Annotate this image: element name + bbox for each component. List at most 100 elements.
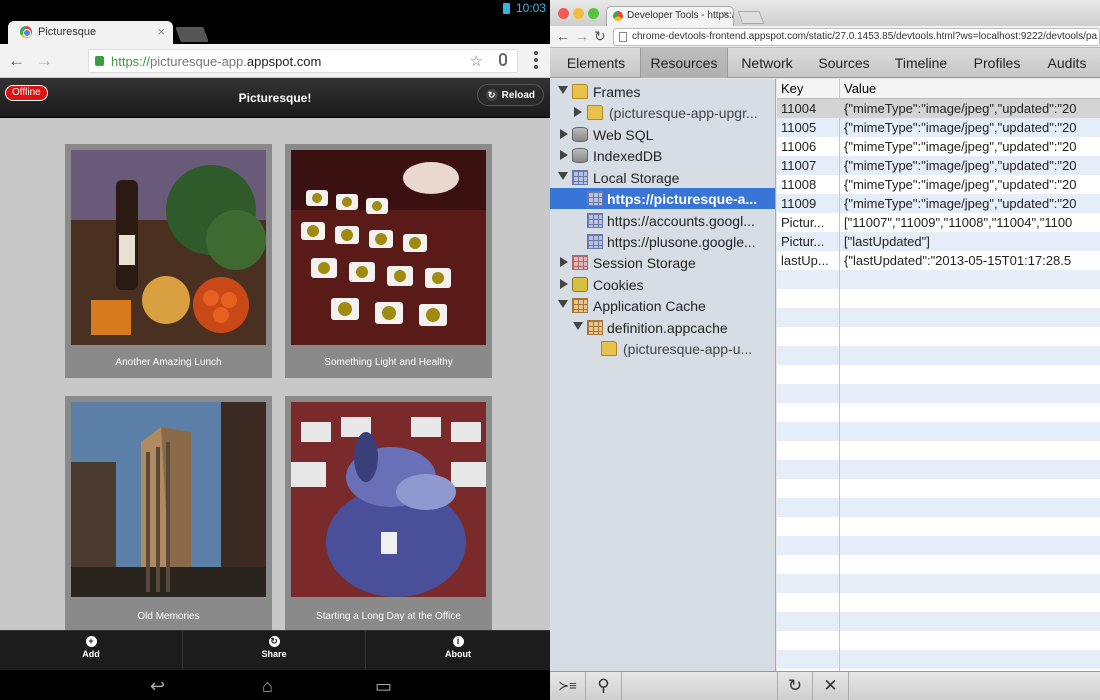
- photo-card[interactable]: Starting a Long Day at the Office: [285, 396, 492, 630]
- table-row[interactable]: Pictur... ["11007","11009","11008","1100…: [777, 213, 1100, 232]
- row-key: 11008: [781, 177, 817, 192]
- tab-timeline[interactable]: Timeline: [882, 48, 960, 78]
- system-home-icon[interactable]: ⌂: [262, 676, 273, 697]
- tree-item-label: (picturesque-app-upgr...: [609, 105, 758, 121]
- tab-elements[interactable]: Elements: [550, 48, 642, 78]
- photo-card[interactable]: Another Amazing Lunch: [65, 144, 272, 378]
- storage-grid-icon: [587, 213, 603, 228]
- system-recents-icon[interactable]: ▭: [375, 676, 392, 697]
- zoom-window-icon[interactable]: [588, 8, 599, 19]
- tree-item-application-cache[interactable]: Application Cache: [550, 295, 775, 316]
- add-button[interactable]: + Add: [0, 631, 183, 671]
- overflow-menu-icon[interactable]: [534, 51, 538, 69]
- tree-item-appcache-frame[interactable]: (picturesque-app-u...: [550, 338, 775, 359]
- tree-item-label: IndexedDB: [593, 148, 663, 164]
- row-key: Pictur...: [781, 215, 825, 230]
- delete-item-icon[interactable]: ✕: [813, 672, 849, 700]
- row-value: {"lastUpdated":"2013-05-15T01:17:28.5: [844, 253, 1072, 268]
- devtools-panel-tabs: Elements Resources Network Sources Timel…: [550, 48, 1100, 78]
- tree-item-local-storage-accounts[interactable]: https://accounts.googl...: [550, 210, 775, 231]
- close-tab-icon[interactable]: ×: [157, 24, 165, 39]
- photo-caption: Old Memories: [137, 611, 200, 622]
- back-arrow-icon[interactable]: ←: [8, 51, 25, 71]
- tree-item-indexeddb[interactable]: IndexedDB: [550, 145, 775, 166]
- reload-icon[interactable]: ↻: [594, 28, 606, 45]
- tree-item-session-storage[interactable]: Session Storage: [550, 252, 775, 273]
- window-titlebar: Developer Tools - https:// ×: [550, 0, 1100, 26]
- tree-item-label: Application Cache: [593, 298, 706, 314]
- address-bar[interactable]: chrome-devtools-frontend.appspot.com/sta…: [613, 28, 1100, 46]
- column-header-key[interactable]: Key: [781, 81, 803, 96]
- local-storage-table: Key Value 11004 {"mimeType":"image/jpeg"…: [777, 79, 1100, 671]
- collapsed-arrow-icon[interactable]: [574, 107, 582, 117]
- close-tab-icon[interactable]: ×: [723, 9, 729, 21]
- table-row[interactable]: 11006 {"mimeType":"image/jpeg","updated"…: [777, 137, 1100, 156]
- search-icon[interactable]: ⚲: [586, 672, 622, 700]
- row-value: ["11007","11009","11008","11004","1100: [844, 215, 1073, 230]
- reload-button[interactable]: ↻ Reload: [476, 84, 544, 106]
- back-arrow-icon[interactable]: ←: [556, 28, 570, 44]
- tree-item-local-storage-picturesque[interactable]: https://picturesque-a...: [550, 188, 775, 209]
- about-button[interactable]: i About: [366, 631, 550, 671]
- table-row[interactable]: 11009 {"mimeType":"image/jpeg","updated"…: [777, 194, 1100, 213]
- bookmark-star-icon[interactable]: ☆: [470, 52, 483, 70]
- table-row[interactable]: lastUp... {"lastUpdated":"2013-05-15T01:…: [777, 251, 1100, 270]
- minimize-window-icon[interactable]: [573, 8, 584, 19]
- tree-item-cookies[interactable]: Cookies: [550, 274, 775, 295]
- tree-item-frame-picturesque[interactable]: (picturesque-app-upgr...: [550, 102, 775, 123]
- devtools-browser-tab[interactable]: Developer Tools - https:// ×: [606, 6, 734, 26]
- system-back-icon[interactable]: ↩: [150, 676, 165, 697]
- reload-label: Reload: [501, 90, 535, 101]
- url-scheme: https://: [111, 54, 151, 69]
- column-header-value[interactable]: Value: [844, 81, 876, 96]
- new-tab-button[interactable]: [175, 27, 209, 42]
- table-row[interactable]: 11005 {"mimeType":"image/jpeg","updated"…: [777, 118, 1100, 137]
- tree-item-local-storage-plusone[interactable]: https://plusone.google...: [550, 231, 775, 252]
- new-tab-button[interactable]: [737, 11, 765, 24]
- refresh-storage-icon[interactable]: ↻: [777, 672, 813, 700]
- expanded-arrow-icon[interactable]: [558, 300, 568, 308]
- tab-network[interactable]: Network: [728, 48, 806, 78]
- tree-item-label: Frames: [593, 84, 641, 100]
- console-drawer-button[interactable]: ≻≡: [550, 672, 586, 700]
- collapsed-arrow-icon[interactable]: [560, 279, 568, 289]
- tab-resources[interactable]: Resources: [640, 48, 728, 78]
- photo-card[interactable]: Something Light and Healthy: [285, 144, 492, 378]
- table-row[interactable]: 11007 {"mimeType":"image/jpeg","updated"…: [777, 156, 1100, 175]
- collapsed-arrow-icon[interactable]: [560, 129, 568, 139]
- tree-item-label: Local Storage: [593, 170, 680, 186]
- expanded-arrow-icon[interactable]: [558, 86, 568, 94]
- expanded-arrow-icon[interactable]: [558, 172, 568, 180]
- collapsed-arrow-icon[interactable]: [560, 150, 568, 160]
- android-system-nav: ↩ ⌂ ▭: [0, 670, 550, 700]
- photo-flatiron-image: [71, 402, 266, 597]
- microphone-icon[interactable]: [499, 53, 507, 66]
- tree-item-definition-appcache[interactable]: definition.appcache: [550, 317, 775, 338]
- android-status-bar: 10:03: [0, 0, 550, 18]
- tab-sources[interactable]: Sources: [806, 48, 882, 78]
- tree-item-label: Cookies: [593, 277, 644, 293]
- photo-card[interactable]: Old Memories: [65, 396, 272, 630]
- forward-arrow-icon[interactable]: →: [36, 51, 53, 71]
- table-row[interactable]: 11004 {"mimeType":"image/jpeg","updated"…: [777, 99, 1100, 118]
- address-bar[interactable]: https://picturesque-app.appspot.com ☆: [88, 49, 518, 73]
- share-button[interactable]: ↻ Share: [183, 631, 366, 671]
- about-label: About: [445, 649, 471, 659]
- table-row[interactable]: Pictur... ["lastUpdated"]: [777, 232, 1100, 251]
- forward-arrow-icon[interactable]: →: [575, 28, 589, 44]
- tree-item-frames[interactable]: Frames: [550, 81, 775, 102]
- collapsed-arrow-icon[interactable]: [560, 257, 568, 267]
- row-value: {"mimeType":"image/jpeg","updated":"20: [844, 139, 1077, 154]
- storage-grid-icon: [587, 191, 603, 206]
- table-row[interactable]: 11008 {"mimeType":"image/jpeg","updated"…: [777, 175, 1100, 194]
- expanded-arrow-icon[interactable]: [573, 322, 583, 330]
- tree-item-local-storage[interactable]: Local Storage: [550, 167, 775, 188]
- tab-profiles[interactable]: Profiles: [960, 48, 1034, 78]
- page-icon: [619, 32, 627, 42]
- tree-item-web-sql[interactable]: Web SQL: [550, 124, 775, 145]
- browser-tab-title: Picturesque: [38, 26, 97, 38]
- close-window-icon[interactable]: [558, 8, 569, 19]
- browser-tab-picturesque[interactable]: Picturesque ×: [8, 21, 173, 44]
- photo-appetizers-image: [291, 150, 486, 345]
- tab-audits[interactable]: Audits: [1034, 48, 1100, 78]
